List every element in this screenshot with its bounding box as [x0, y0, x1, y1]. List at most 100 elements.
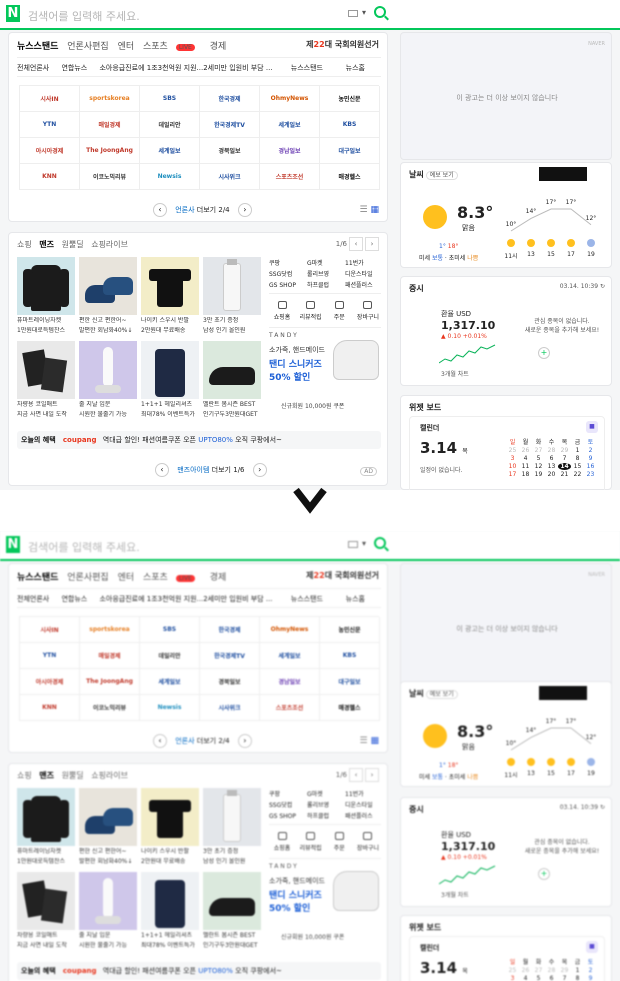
mall-link[interactable]: 하프클럽 — [307, 811, 343, 822]
search-icon[interactable] — [374, 6, 386, 18]
search-icon[interactable] — [374, 537, 386, 549]
mall-link[interactable]: SSG닷컴 — [269, 800, 305, 811]
prev-page-button[interactable]: ‹ — [153, 734, 167, 748]
calendar-day-cell[interactable]: 4 — [519, 455, 532, 462]
tab-mens[interactable]: 맨즈 — [39, 240, 54, 249]
cart-button[interactable]: 장바구니 — [355, 298, 381, 327]
press-logo[interactable]: OhmyNews — [260, 86, 320, 112]
lock-icon[interactable]: ■ — [586, 421, 598, 433]
list-view-icon[interactable]: ☰ — [360, 205, 368, 215]
press-logo[interactable]: The JoongAng — [80, 138, 140, 164]
press-logo[interactable]: 스포츠조선 — [260, 695, 320, 721]
shop-prev-button[interactable]: ‹ — [349, 237, 363, 251]
calendar-day-cell[interactable]: 4 — [519, 975, 532, 981]
refresh-icon[interactable]: ↻ — [600, 283, 605, 290]
calendar-day-cell[interactable]: 3 — [506, 975, 519, 981]
press-logo[interactable]: 이코노믹리뷰 — [80, 695, 140, 721]
cart-button[interactable]: 장바구니 — [355, 829, 381, 858]
product-card[interactable]: 줄 지날 입문 시원한 물줄기 가능 — [79, 341, 137, 419]
product-card[interactable]: 나이키 스우시 반팔 2만원대 무료배송 — [141, 788, 199, 866]
refresh-icon[interactable]: ↻ — [600, 804, 605, 811]
shop-next-button[interactable]: › — [365, 768, 379, 782]
calendar-day-cell[interactable]: 10 — [506, 463, 519, 470]
press-logo[interactable]: 매일경제 — [80, 112, 140, 138]
press-logo[interactable]: KNN — [20, 695, 80, 721]
press-logo[interactable]: 세계일보 — [260, 643, 320, 669]
press-logo[interactable]: KBS — [320, 643, 380, 669]
press-logo[interactable]: 시사IN — [20, 86, 80, 112]
tab-newsstand[interactable]: 뉴스스탠드 — [17, 42, 58, 52]
tab-shopping-live[interactable]: 쇼핑라이브 — [91, 771, 128, 780]
list-view-icon[interactable]: ☰ — [360, 736, 368, 746]
mall-link[interactable]: 디운스타일 — [345, 800, 381, 811]
press-logo[interactable]: 세계일보 — [260, 112, 320, 138]
calendar-widget[interactable]: 캘린더 ■ 3.14 목 일정이 없습니다. 일월화수목금토2526272829… — [409, 416, 605, 490]
calendar-day-cell[interactable]: 5 — [532, 455, 545, 462]
mall-link[interactable]: GS SHOP — [269, 811, 305, 822]
press-logo[interactable]: 세계일보 — [140, 138, 200, 164]
tab-mens[interactable]: 맨즈 — [39, 771, 54, 780]
calendar-day-cell[interactable]: 26 — [519, 967, 532, 974]
tab-press-edit[interactable]: 언론사편집 — [67, 573, 108, 583]
tab-onedeal[interactable]: 원뿔딜 — [62, 771, 84, 780]
mall-link[interactable]: 11번가 — [345, 789, 381, 800]
press-logo[interactable]: 한국경제TV — [200, 112, 260, 138]
tandy-ad[interactable]: TANDY 소가죽, 핸드메이드 탠디 스니커즈 50% 할인 신규회원 10,… — [269, 863, 381, 941]
mall-link[interactable]: 쿠팡 — [269, 258, 305, 269]
newsstand-link[interactable]: 뉴스스탠드 — [291, 589, 323, 607]
press-logo[interactable]: 세계일보 — [140, 669, 200, 695]
tandy-ad[interactable]: TANDY 소가죽, 핸드메이드 탠디 스니커즈 50% 할인 신규회원 10,… — [269, 332, 381, 410]
prev-page-button[interactable]: ‹ — [153, 203, 167, 217]
calendar-day-cell[interactable]: 8 — [571, 975, 584, 981]
mall-link[interactable]: G마켓 — [307, 258, 343, 269]
press-logo[interactable]: 매일경제 — [80, 643, 140, 669]
calendar-day-cell[interactable]: 25 — [506, 967, 519, 974]
press-logo[interactable]: 경남일보 — [260, 669, 320, 695]
product-card[interactable]: 나이키 스우시 반팔 2만원대 무료배송 — [141, 257, 199, 335]
mall-link[interactable]: SSG닷컴 — [269, 269, 305, 280]
review-button[interactable]: 리뷰적립 — [298, 298, 324, 327]
calendar-day-cell[interactable]: 8 — [571, 455, 584, 462]
calendar-day-cell[interactable]: 2 — [584, 967, 597, 974]
add-stock-button[interactable]: + — [538, 868, 550, 880]
today-benefit[interactable]: 오늘의 혜택 coupang 역대급 할인! 패션여름쿠폰 오픈 UPTO80%… — [17, 431, 381, 449]
press-logo[interactable]: 이코노믹리뷰 — [80, 164, 140, 190]
press-logo[interactable]: YTN — [20, 643, 80, 669]
calendar-day-cell[interactable]: 6 — [545, 455, 558, 462]
press-logo[interactable]: 한국경제TV — [200, 643, 260, 669]
calendar-day-cell[interactable]: 9 — [584, 975, 597, 981]
ticker-source[interactable]: 연합뉴스 — [61, 595, 87, 603]
newsstand-link[interactable]: 뉴스스탠드 — [291, 58, 323, 76]
tab-press-edit[interactable]: 언론사편집 — [67, 42, 108, 52]
product-card[interactable]: 3만 초기 증정 남성 인기 올인원 — [203, 788, 261, 866]
today-benefit[interactable]: 오늘의 혜택 coupang 역대급 할인! 패션여름쿠폰 오픈 UPTO80%… — [17, 962, 381, 980]
forecast-button[interactable]: 예보 보기 — [425, 690, 458, 699]
press-logo[interactable]: 농민신문 — [320, 617, 380, 643]
mall-link[interactable]: 패션플러스 — [345, 280, 381, 291]
keyboard-icon[interactable] — [348, 10, 358, 17]
mall-link[interactable]: 디운스타일 — [345, 269, 381, 280]
tab-newsstand[interactable]: 뉴스스탠드 — [17, 573, 58, 583]
product-card[interactable]: 멜란트 봄시즌 BEST 인기구두3만원대GET — [203, 872, 261, 950]
mall-link[interactable]: 쿠팡 — [269, 789, 305, 800]
product-card[interactable]: 1+1+1 헤일리셔츠 최대78% 이벤트특가 — [141, 341, 199, 419]
search-input[interactable]: 검색어를 입력해 주세요. — [28, 539, 140, 555]
press-logo[interactable]: Newsis — [140, 164, 200, 190]
press-logo[interactable]: SBS — [140, 617, 200, 643]
calendar-day-cell[interactable]: 3 — [506, 455, 519, 462]
press-logo[interactable]: sportskorea — [80, 617, 140, 643]
calendar-day-cell[interactable]: 28 — [545, 447, 558, 454]
calendar-day-cell[interactable]: 7 — [558, 455, 571, 462]
tab-shopping-live[interactable]: 쇼핑라이브 — [91, 240, 128, 249]
shop-next-button[interactable]: › — [365, 237, 379, 251]
product-card[interactable]: 편한 신고 편한어~ 발편한 회남화40%↓ — [79, 788, 137, 866]
naver-logo[interactable]: N — [6, 536, 20, 553]
calendar-day-cell[interactable]: 12 — [532, 463, 545, 470]
product-card[interactable]: 줄 지날 입문 시원한 물줄기 가능 — [79, 872, 137, 950]
ad-badge[interactable]: AD — [360, 467, 377, 476]
calendar-day-cell[interactable]: 1 — [571, 967, 584, 974]
tab-entertainment[interactable]: 엔터 — [118, 42, 135, 52]
fx-period[interactable]: 3개월 차트 — [441, 890, 469, 899]
calendar-day-cell[interactable]: 28 — [545, 967, 558, 974]
calendar-day-cell[interactable]: 29 — [558, 967, 571, 974]
